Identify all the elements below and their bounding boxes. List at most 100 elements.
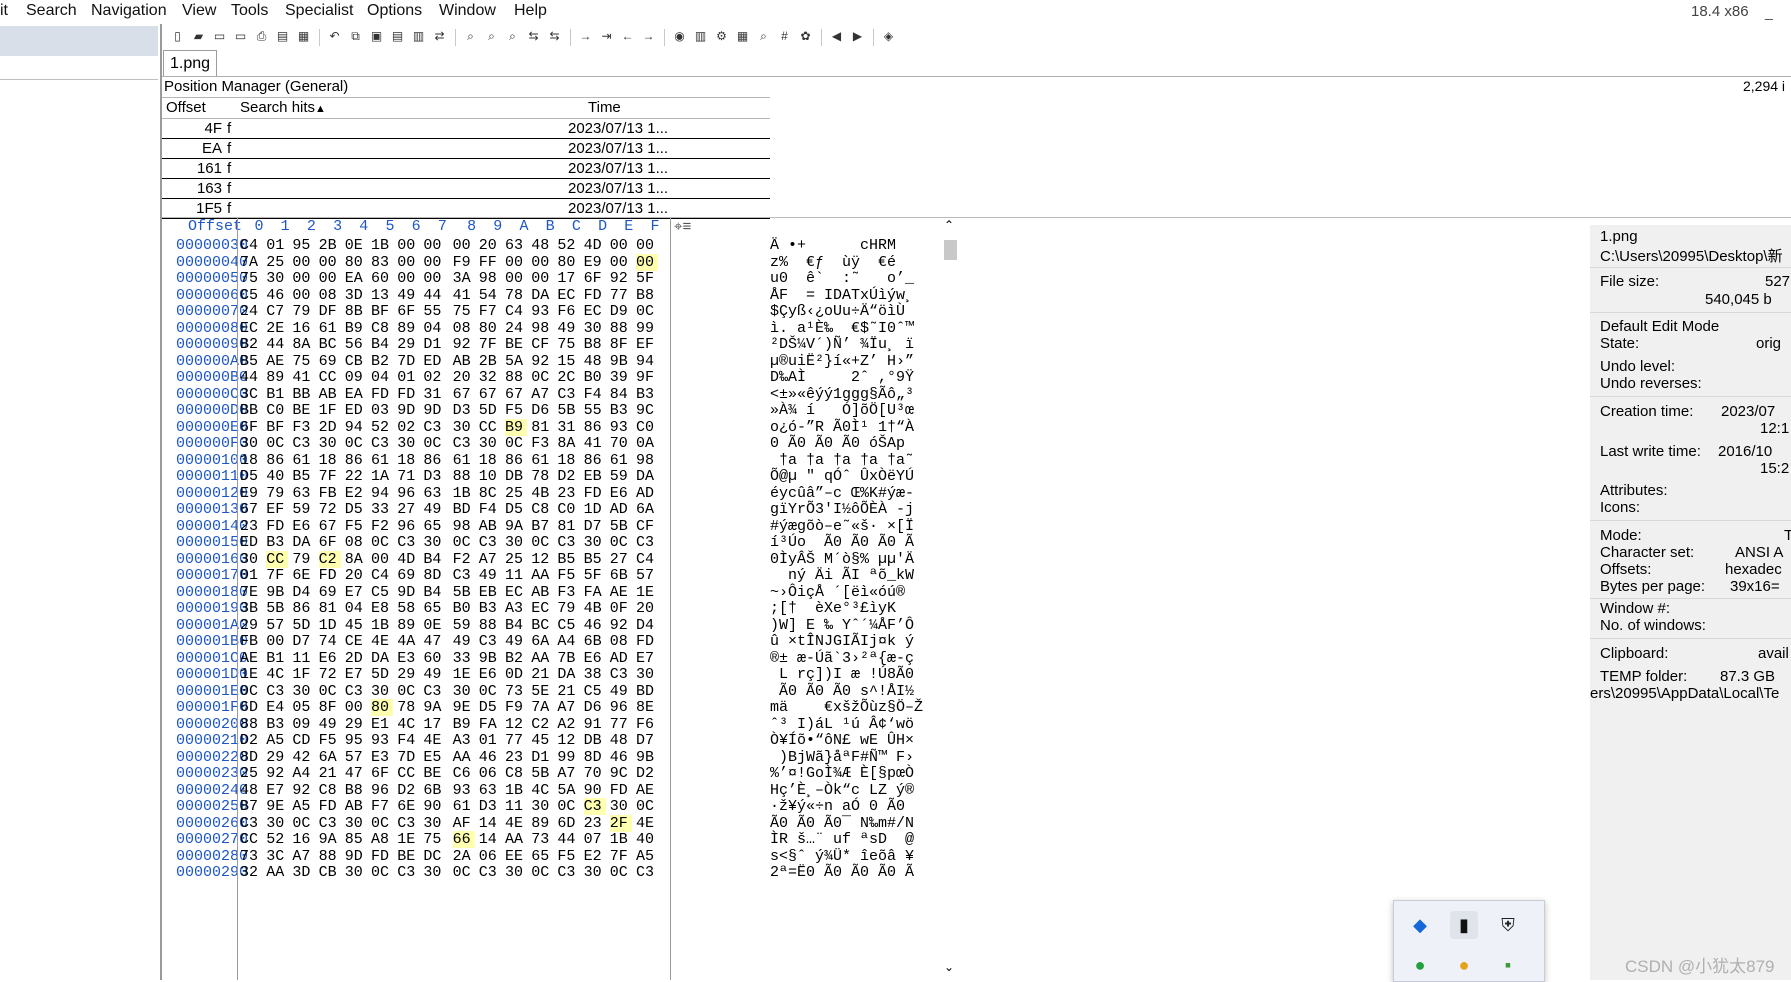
hex-byte[interactable]: 80: [345, 254, 367, 271]
hex-byte[interactable]: DC: [423, 848, 445, 865]
hex-byte[interactable]: 4D: [584, 237, 606, 254]
hex-byte[interactable]: 89: [397, 320, 419, 337]
hex-byte[interactable]: E6: [292, 518, 314, 535]
hex-byte[interactable]: C3: [453, 435, 475, 452]
hex-byte[interactable]: 79: [292, 303, 314, 320]
hex-byte[interactable]: E9: [584, 254, 606, 271]
hex-byte[interactable]: A4: [292, 765, 314, 782]
hex-byte[interactable]: B3: [479, 600, 501, 617]
hex-byte[interactable]: FA: [584, 584, 606, 601]
hex-byte[interactable]: 92: [531, 353, 553, 370]
hex-byte[interactable]: 4C: [266, 666, 288, 683]
hex-byte[interactable]: 6F: [584, 270, 606, 287]
hex-byte[interactable]: 88: [610, 320, 632, 337]
hex-byte[interactable]: F7: [479, 303, 501, 320]
hex-byte[interactable]: 75: [423, 831, 445, 848]
hex-byte[interactable]: 98: [479, 270, 501, 287]
hex-byte[interactable]: 06: [479, 765, 501, 782]
hex-byte[interactable]: B3: [266, 716, 288, 733]
shield-app-icon[interactable]: ◆: [1406, 911, 1434, 939]
text-column[interactable]: o¿ó-”R Ã0Ì¹ 1†“À: [770, 419, 914, 436]
hex-byte[interactable]: 8D: [240, 749, 262, 766]
hex-byte[interactable]: 78: [397, 699, 419, 716]
convert-icon[interactable]: ⇄: [432, 29, 447, 44]
hex-byte[interactable]: 16: [292, 320, 314, 337]
hex-byte[interactable]: ED: [240, 534, 262, 551]
hex-byte[interactable]: AB: [319, 386, 341, 403]
hex-byte[interactable]: 92: [453, 336, 475, 353]
hex-byte[interactable]: 48: [531, 237, 553, 254]
app-icon[interactable]: ▪: [1494, 951, 1522, 979]
hex-byte[interactable]: C3: [636, 864, 658, 881]
text-column[interactable]: ÌR š…¨ uf ªsD @: [770, 831, 914, 848]
replace-hex-icon[interactable]: ⇆: [547, 29, 562, 44]
hex-byte[interactable]: 58: [397, 600, 419, 617]
hex-byte[interactable]: BE: [397, 848, 419, 865]
hex-byte[interactable]: 2D: [345, 650, 367, 667]
hex-byte[interactable]: C6: [453, 765, 475, 782]
hex-byte[interactable]: B9: [505, 418, 527, 436]
hex-byte[interactable]: CF: [531, 336, 553, 353]
hex-byte[interactable]: 30: [610, 798, 632, 815]
hex-byte[interactable]: 80: [557, 254, 579, 271]
hex-byte[interactable]: DB: [584, 732, 606, 749]
text-column[interactable]: Ã0 Ã0 Ã0¯ N‰m#/N: [770, 815, 914, 832]
hex-byte[interactable]: 61: [319, 320, 341, 337]
hex-byte[interactable]: D1: [531, 749, 553, 766]
hex-byte[interactable]: 90: [584, 782, 606, 799]
hex-byte[interactable]: AE: [240, 650, 262, 667]
hex-byte[interactable]: E8: [371, 600, 393, 617]
menu-search[interactable]: Search: [26, 2, 77, 20]
back-icon[interactable]: ←: [620, 29, 635, 44]
hex-byte[interactable]: 6F: [319, 534, 341, 551]
vertical-scrollbar[interactable]: ⌃ ⌄: [942, 218, 959, 980]
text-column[interactable]: û ×tÎNJGIÃIj¤k ý: [770, 633, 914, 650]
hex-byte[interactable]: F4: [479, 501, 501, 518]
hex-byte[interactable]: 09: [292, 716, 314, 733]
hex-byte[interactable]: 93: [371, 732, 393, 749]
book-icon[interactable]: ◈: [881, 29, 896, 44]
hex-byte[interactable]: 6E: [292, 567, 314, 584]
hex-byte[interactable]: 4A: [397, 633, 419, 650]
hex-byte[interactable]: 78: [531, 468, 553, 485]
text-column[interactable]: ~›ÔiçÅ ´[ëì«óú®: [770, 584, 914, 601]
text-column[interactable]: mä €xšžÕùz§Ö–Ž: [770, 699, 923, 716]
hex-byte[interactable]: F9: [505, 699, 527, 716]
hex-byte[interactable]: 29: [266, 749, 288, 766]
hex-byte[interactable]: 00: [397, 270, 419, 287]
hex-byte[interactable]: B8: [636, 287, 658, 304]
hex-byte[interactable]: AD: [610, 501, 632, 518]
hex-byte[interactable]: D3: [453, 402, 475, 419]
hex-byte[interactable]: F5: [345, 518, 367, 535]
hex-byte[interactable]: B4: [423, 551, 445, 568]
hex-byte[interactable]: 1F: [292, 666, 314, 683]
hex-byte[interactable]: 41: [292, 369, 314, 386]
hex-byte[interactable]: C3: [397, 815, 419, 832]
hex-byte[interactable]: AB: [453, 353, 475, 370]
hex-byte[interactable]: 2B: [479, 353, 501, 370]
hex-byte[interactable]: F2: [371, 518, 393, 535]
hex-byte[interactable]: 67: [240, 501, 262, 518]
hex-byte[interactable]: 61: [371, 452, 393, 469]
hex-byte[interactable]: C3: [423, 419, 445, 436]
hex-byte[interactable]: 0C: [319, 683, 341, 700]
hex-byte[interactable]: 46: [610, 749, 632, 766]
hex-byte[interactable]: C5: [584, 683, 606, 700]
save-icon[interactable]: ▭: [212, 29, 227, 44]
hex-byte[interactable]: F7: [371, 798, 393, 815]
hex-byte[interactable]: 49: [453, 633, 475, 650]
hex-byte[interactable]: C3: [557, 386, 579, 403]
hex-byte[interactable]: 8D: [584, 749, 606, 766]
hex-byte[interactable]: CD: [292, 732, 314, 749]
hex-byte[interactable]: 6E: [397, 798, 419, 815]
hex-byte[interactable]: 9D: [423, 402, 445, 419]
hex-byte[interactable]: 9E: [453, 699, 475, 716]
column-search-hits[interactable]: Search hits▲: [240, 99, 326, 116]
hex-byte[interactable]: FD: [266, 518, 288, 535]
hex-byte[interactable]: C0: [557, 501, 579, 518]
hex-byte[interactable]: 01: [479, 732, 501, 749]
hex-byte[interactable]: 33: [453, 650, 475, 667]
calculator-icon[interactable]: ▦: [735, 29, 750, 44]
hex-byte[interactable]: B3: [266, 534, 288, 551]
hex-byte[interactable]: 96: [371, 782, 393, 799]
